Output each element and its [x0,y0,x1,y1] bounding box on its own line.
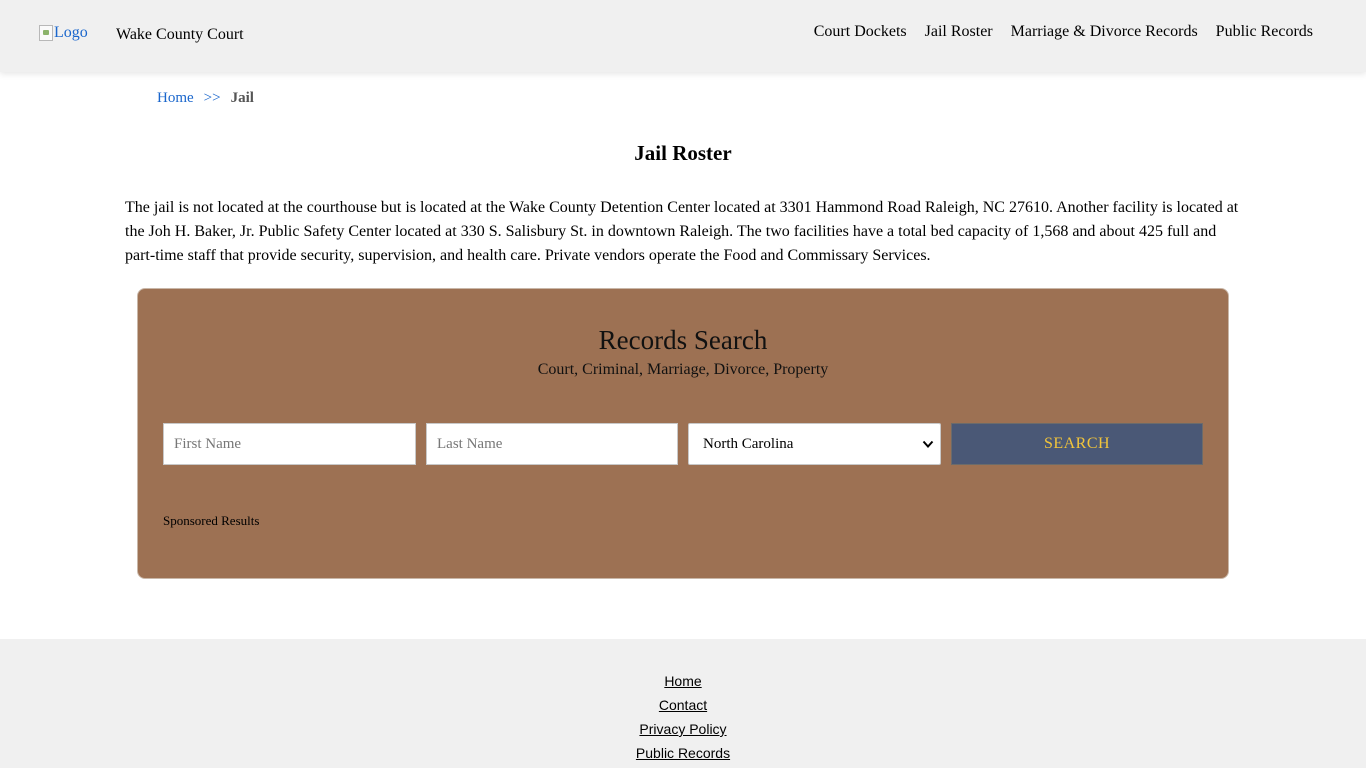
chevron-down-icon [922,440,934,448]
last-name-input[interactable] [426,423,678,465]
intro-paragraph: The jail is not located at the courthous… [125,199,1239,264]
logo-alt-text: Logo [54,24,88,41]
search-subtitle: Court, Criminal, Marriage, Divorce, Prop… [537,361,829,378]
search-title: Records Search [598,325,768,355]
breadcrumb-current: Jail [230,90,254,106]
nav-marriage-divorce-records[interactable]: Marriage & Divorce Records [1011,23,1198,41]
nav-public-records[interactable]: Public Records [1216,23,1313,41]
footer-link-public-records[interactable]: Public Records [636,744,730,763]
site-title: Wake County Court [116,26,244,43]
nav-jail-roster[interactable]: Jail Roster [925,23,993,41]
main-nav: Court Dockets Jail Roster Marriage & Div… [814,23,1313,41]
site-footer: Home Contact Privacy Policy Public Recor… [0,639,1366,768]
footer-link-contact[interactable]: Contact [659,696,707,715]
records-search-panel: Records Search Court, Criminal, Marriage… [137,288,1229,579]
logo-link[interactable]: Logo [39,24,88,42]
footer-link-privacy-policy[interactable]: Privacy Policy [639,720,726,739]
breadcrumb-home[interactable]: Home [157,90,194,107]
page-title: Jail Roster [634,141,732,165]
breadcrumb-separator: >> [203,90,221,106]
site-header: Logo Wake County Court Court Dockets Jai… [0,0,1366,72]
broken-image-icon [39,25,53,41]
state-select[interactable]: North Carolina [688,423,941,465]
search-button[interactable]: SEARCH [951,423,1203,465]
breadcrumb: Home >> Jail [157,90,254,107]
state-select-value: North Carolina [703,436,794,452]
footer-links: Home Contact Privacy Policy Public Recor… [0,672,1366,763]
sponsored-results-label: Sponsored Results [163,513,260,528]
first-name-input[interactable] [163,423,416,465]
footer-link-home[interactable]: Home [664,672,701,691]
nav-court-dockets[interactable]: Court Dockets [814,23,907,41]
